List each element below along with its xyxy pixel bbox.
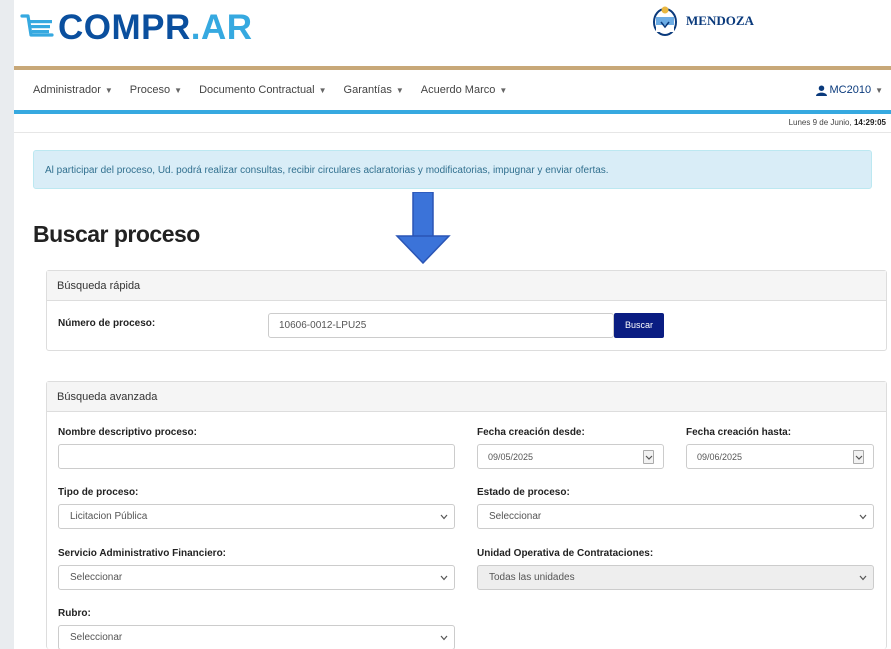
nav-administrador[interactable]: Administrador ▼ <box>33 84 113 96</box>
process-type-select[interactable]: Licitacion Pública <box>58 504 455 529</box>
date-from-value: 09/05/2025 <box>488 452 534 462</box>
header: COMPR.AR MENDOZA <box>14 0 891 66</box>
process-state-label: Estado de proceso: <box>477 487 570 498</box>
process-number-label: Número de proceso: <box>58 318 156 329</box>
saf-label: Servicio Administrativo Financiero: <box>58 548 227 559</box>
process-state-select[interactable]: Seleccionar <box>477 504 874 529</box>
date-to-value: 09/06/2025 <box>697 452 743 462</box>
rubro-select[interactable]: Seleccionar <box>58 625 455 649</box>
search-button[interactable]: Buscar <box>614 313 664 338</box>
process-name-label: Nombre descriptivo proceso: <box>58 427 197 438</box>
chevron-down-icon <box>440 575 448 581</box>
compr-ar-logo[interactable]: COMPR.AR <box>20 8 253 48</box>
chevron-down-icon <box>859 514 867 520</box>
caret-down-icon: ▼ <box>318 86 327 95</box>
process-number-input[interactable]: 10606-0012-LPU25 <box>268 313 614 338</box>
advanced-search-heading: Búsqueda avanzada <box>47 382 886 412</box>
province-brand: MENDOZA <box>652 5 754 37</box>
uoc-value: Todas las unidades <box>489 572 575 583</box>
nav-acuerdo-marco[interactable]: Acuerdo Marco ▼ <box>421 84 508 96</box>
rubro-label: Rubro: <box>58 608 91 619</box>
date-to-input[interactable]: 09/06/2025 <box>686 444 874 469</box>
quick-search-panel: Búsqueda rápida Número de proceso: 10606… <box>46 270 887 351</box>
page-title: Buscar proceso <box>33 221 200 247</box>
current-datetime: Lunes 9 de Junio, 14:29:05 <box>788 118 886 127</box>
caret-down-icon: ▼ <box>395 86 404 95</box>
user-menu[interactable]: MC2010 ▼ <box>815 70 883 110</box>
caret-down-icon: ▼ <box>499 86 508 95</box>
uoc-label: Unidad Operativa de Contrataciones: <box>477 548 654 559</box>
advanced-search-panel: Búsqueda avanzada Nombre descriptivo pro… <box>46 381 887 649</box>
chevron-down-icon <box>440 635 448 641</box>
logo-text: COMPR.AR <box>58 8 253 47</box>
chevron-down-icon <box>859 575 867 581</box>
caret-down-icon: ▼ <box>174 86 183 95</box>
process-state-value: Seleccionar <box>489 511 542 522</box>
date-from-label: Fecha creación desde: <box>477 427 585 438</box>
user-name: MC2010 <box>829 84 872 96</box>
date-to-label: Fecha creación hasta: <box>686 427 792 438</box>
process-name-input[interactable] <box>58 444 455 469</box>
nav-documento-contractual[interactable]: Documento Contractual ▼ <box>199 84 326 96</box>
saf-select[interactable]: Seleccionar <box>58 565 455 590</box>
process-type-value: Licitacion Pública <box>70 511 148 522</box>
saf-value: Seleccionar <box>70 572 123 583</box>
date-bar: Lunes 9 de Junio, 14:29:05 <box>14 114 891 133</box>
date-from-input[interactable]: 09/05/2025 <box>477 444 664 469</box>
nav-garantias[interactable]: Garantías ▼ <box>344 84 404 96</box>
nav-proceso[interactable]: Proceso ▼ <box>130 84 182 96</box>
main-nav: Administrador ▼ Proceso ▼ Documento Contra… <box>14 70 891 110</box>
province-shield-icon <box>653 6 677 36</box>
caret-down-icon: ▼ <box>875 85 883 95</box>
down-arrow-icon <box>395 192 451 264</box>
date-picker-spinner-icon[interactable] <box>643 450 654 464</box>
date-picker-spinner-icon[interactable] <box>853 450 864 464</box>
user-icon <box>815 84 827 96</box>
chevron-down-icon <box>440 514 448 520</box>
cart-icon <box>20 14 54 37</box>
rubro-value: Seleccionar <box>70 632 123 643</box>
page: COMPR.AR MENDOZA Administrador ▼ Proceso ▼… <box>0 0 891 649</box>
uoc-select[interactable]: Todas las unidades <box>477 565 874 590</box>
quick-search-heading: Búsqueda rápida <box>47 271 886 301</box>
info-alert: Al participar del proceso, Ud. podrá rea… <box>33 150 872 189</box>
caret-down-icon: ▼ <box>104 86 113 95</box>
province-name: MENDOZA <box>686 13 754 28</box>
process-type-label: Tipo de proceso: <box>58 487 139 498</box>
